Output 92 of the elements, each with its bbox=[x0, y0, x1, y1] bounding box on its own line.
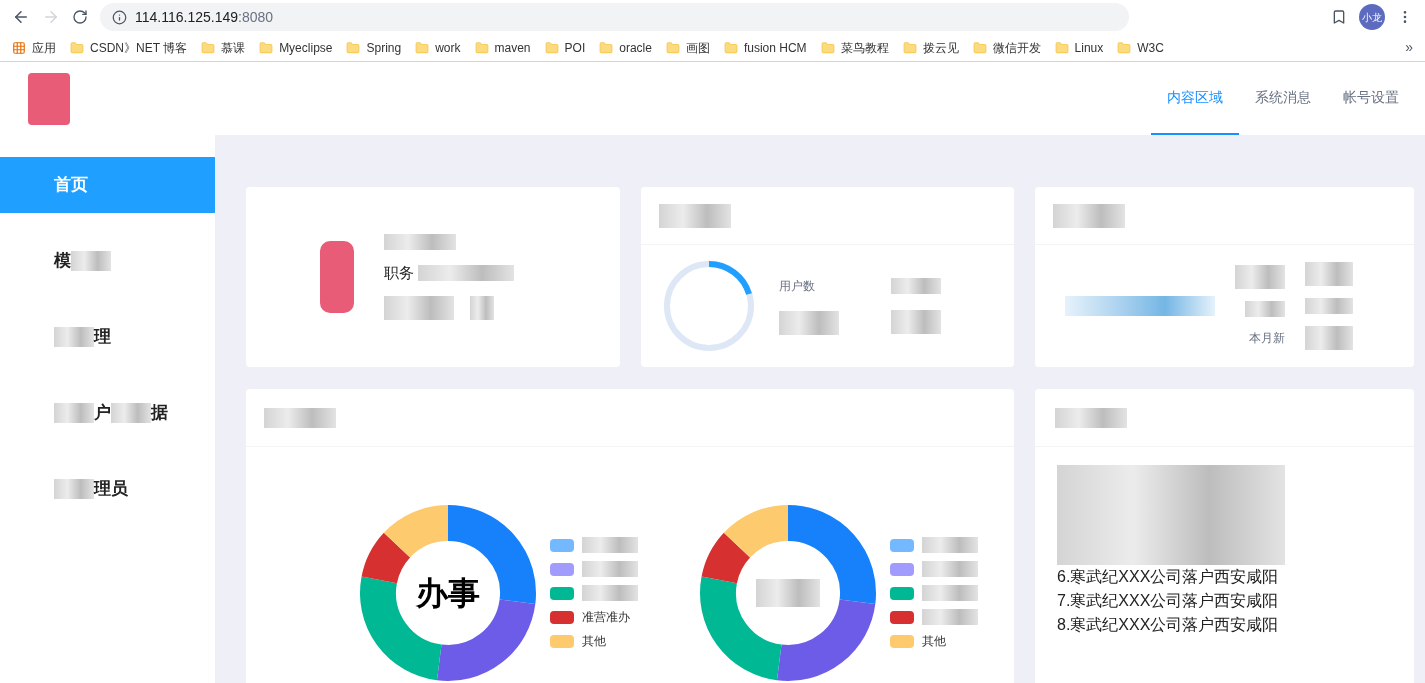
reload-icon[interactable] bbox=[72, 9, 88, 25]
header-tab[interactable]: 系统消息 bbox=[1239, 62, 1327, 135]
blurred-text bbox=[1305, 326, 1353, 350]
sidebar-item-label: 理 bbox=[94, 326, 111, 349]
blurred-text bbox=[71, 251, 111, 271]
blurred-text bbox=[1055, 407, 1127, 428]
blurred-text bbox=[659, 203, 731, 228]
blurred-text bbox=[922, 537, 978, 553]
folder-icon bbox=[1054, 40, 1069, 55]
folder-icon bbox=[972, 40, 987, 55]
legend-label: 其他 bbox=[922, 633, 946, 650]
blurred-text bbox=[922, 609, 978, 625]
blurred-text bbox=[470, 296, 494, 321]
blurred-text bbox=[384, 233, 456, 250]
folder-icon bbox=[902, 40, 917, 55]
logo bbox=[28, 72, 70, 125]
bookmark-icon[interactable] bbox=[1331, 9, 1347, 25]
users-label: 用户数 bbox=[779, 278, 816, 295]
folder-icon bbox=[665, 40, 680, 55]
bookmark-item[interactable]: 微信开发 bbox=[972, 38, 1041, 57]
sidebar-item[interactable]: 理 bbox=[0, 309, 215, 365]
url-text: 114.116.125.149:8080 bbox=[135, 7, 274, 27]
blurred-text bbox=[891, 310, 941, 334]
blurred-text bbox=[1235, 265, 1285, 289]
back-icon[interactable] bbox=[12, 8, 30, 26]
sidebar-item-label: 户 bbox=[94, 402, 111, 425]
bookmark-item[interactable]: fusion HCM bbox=[723, 38, 807, 57]
header-tab[interactable]: 帐号设置 bbox=[1327, 62, 1415, 135]
blurred-text bbox=[54, 403, 94, 423]
blurred-text bbox=[582, 585, 638, 601]
donut-center-label: 办事 bbox=[416, 574, 480, 613]
bookmark-item[interactable]: oracle bbox=[599, 38, 652, 57]
bookmark-item[interactable]: W3C bbox=[1117, 38, 1164, 57]
news-item[interactable]: 8.寒武纪XXX公司落户西安咸阳 bbox=[1057, 613, 1392, 637]
blurred-text bbox=[582, 537, 638, 553]
legend-label: 其他 bbox=[582, 633, 606, 650]
folder-icon bbox=[201, 40, 216, 55]
folder-icon bbox=[1117, 40, 1132, 55]
role-text: 职务 bbox=[384, 262, 414, 283]
sidebar-item[interactable]: 户 据 bbox=[0, 385, 215, 441]
blurred-text bbox=[756, 579, 820, 607]
apps-icon bbox=[12, 40, 26, 55]
blurred-text bbox=[54, 327, 94, 347]
address-bar[interactable]: 114.116.125.149:8080 bbox=[100, 3, 1129, 31]
folder-icon bbox=[474, 40, 489, 55]
blurred-text bbox=[922, 585, 978, 601]
bookmark-item[interactable]: POI bbox=[544, 38, 586, 57]
news-item[interactable]: 6.寒武纪XXX公司落户西安咸阳 bbox=[1057, 565, 1392, 589]
profile-avatar[interactable]: 小龙 bbox=[1359, 4, 1385, 30]
folder-icon bbox=[259, 40, 274, 55]
blurred-text bbox=[54, 479, 94, 499]
sidebar-item[interactable]: 模 bbox=[0, 233, 215, 289]
bookmark-item[interactable]: Linux bbox=[1054, 38, 1104, 57]
blurred-text bbox=[111, 403, 151, 423]
sidebar-item-label: 首页 bbox=[54, 174, 88, 197]
user-avatar bbox=[320, 241, 354, 313]
sidebar-item-label: 理员 bbox=[94, 478, 128, 501]
bookmark-item[interactable]: Myeclipse bbox=[259, 38, 333, 57]
folder-icon bbox=[820, 40, 835, 55]
bookmarks-overflow[interactable]: » bbox=[1405, 37, 1413, 58]
bookmark-item[interactable]: work bbox=[415, 38, 461, 57]
blurred-text bbox=[1305, 262, 1353, 286]
info-icon bbox=[112, 9, 127, 25]
sidebar-item-label: 模 bbox=[54, 250, 71, 273]
bookmark-item[interactable]: CSDN》NET 博客 bbox=[70, 38, 188, 57]
bookmark-item[interactable]: 菜鸟教程 bbox=[820, 38, 889, 57]
news-item[interactable]: 7.寒武纪XXX公司落户西安咸阳 bbox=[1057, 589, 1392, 613]
sidebar-item[interactable]: 理员 bbox=[0, 461, 215, 517]
stats-label: 本月新 bbox=[1249, 330, 1285, 347]
bookmark-item[interactable]: 画图 bbox=[665, 38, 710, 57]
bookmark-item[interactable]: maven bbox=[474, 38, 531, 57]
folder-icon bbox=[70, 40, 84, 55]
blurred-text bbox=[264, 407, 336, 428]
bookmark-item[interactable]: 慕课 bbox=[201, 38, 246, 57]
legend-label: 准营准办 bbox=[582, 609, 630, 626]
bookmark-item[interactable]: 应用 bbox=[12, 38, 56, 57]
blurred-text bbox=[779, 311, 839, 335]
sidebar-item-label: 据 bbox=[151, 402, 168, 425]
blurred-text bbox=[891, 278, 941, 294]
blurred-text bbox=[1053, 203, 1125, 228]
folder-icon bbox=[723, 40, 738, 55]
folder-icon bbox=[415, 40, 430, 55]
blurred-text bbox=[1305, 298, 1353, 314]
blurred-text bbox=[1245, 301, 1285, 317]
folder-icon bbox=[346, 40, 361, 55]
blurred-text bbox=[922, 561, 978, 577]
folder-icon bbox=[544, 40, 559, 55]
bookmark-item[interactable]: Spring bbox=[346, 38, 402, 57]
blurred-text bbox=[582, 561, 638, 577]
bookmark-item[interactable]: 拨云见 bbox=[902, 38, 959, 57]
folder-icon bbox=[599, 40, 614, 55]
blurred-text bbox=[384, 296, 454, 321]
